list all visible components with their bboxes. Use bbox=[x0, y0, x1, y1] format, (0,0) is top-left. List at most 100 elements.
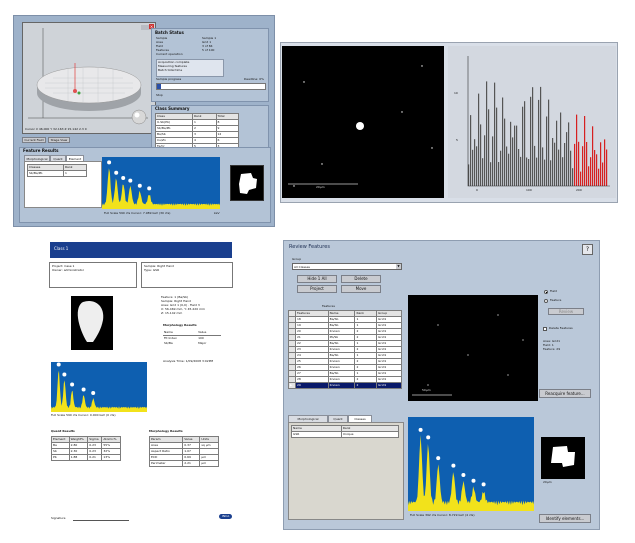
row-label: Current operation bbox=[156, 52, 183, 56]
cell: Major bbox=[198, 341, 207, 345]
histogram-bar bbox=[484, 135, 486, 186]
class-summary-table: Class Rank Total U-Sb(Pb) 1 8 Sb/Ba/Pb 2 9 Ba/… bbox=[155, 113, 239, 150]
histogram-bar bbox=[566, 132, 568, 186]
histogram-bar bbox=[604, 139, 606, 186]
peak-marker bbox=[461, 473, 466, 477]
current-field-button[interactable]: Current Field bbox=[22, 137, 46, 143]
stage-view-button[interactable]: Stage View bbox=[48, 137, 70, 143]
review-spectrum[interactable] bbox=[408, 417, 534, 511]
histogram-bar bbox=[538, 99, 540, 186]
stop-button[interactable]: Stop bbox=[156, 94, 163, 97]
tab-classes[interactable]: Classes bbox=[348, 415, 372, 422]
histogram-bar bbox=[490, 162, 492, 186]
histogram-bar bbox=[528, 159, 530, 186]
table-row[interactable]: GSR Unique bbox=[291, 431, 400, 438]
histogram-bar bbox=[526, 157, 528, 186]
histogram-bar bbox=[532, 87, 534, 186]
histogram-bar bbox=[584, 116, 586, 186]
delete-features-checkbox[interactable] bbox=[543, 327, 547, 331]
group-select[interactable]: All Classes bbox=[292, 263, 402, 270]
reacquire-feature-button[interactable]: Reacquire feature... bbox=[539, 389, 591, 398]
histogram-bar bbox=[500, 150, 502, 186]
histogram-bar bbox=[494, 82, 496, 186]
histogram-bar bbox=[480, 124, 482, 186]
histogram-bar bbox=[524, 101, 526, 186]
spectrum-caption: Full Scale 590 cts Cursor: 7.989 keV (30… bbox=[104, 211, 171, 215]
spectrum-plot[interactable] bbox=[102, 157, 220, 209]
info-line: Feature: 29 bbox=[543, 347, 561, 351]
cell: Unique bbox=[340, 431, 400, 438]
help-icon[interactable]: ? bbox=[582, 244, 593, 255]
morph-title: Morphology Results bbox=[163, 323, 197, 327]
peak-marker bbox=[70, 382, 75, 387]
chevron-down-icon[interactable]: ▼ bbox=[396, 264, 401, 269]
histogram-bar bbox=[550, 160, 552, 186]
hide-all-button[interactable]: Hide 1 All bbox=[297, 275, 337, 283]
morph2-table: Param Value Units Area 0.37 sq µm Aspect Rat… bbox=[148, 436, 219, 467]
row-selector[interactable]: ▶ bbox=[288, 382, 296, 389]
sem-image[interactable]: 20µm bbox=[282, 46, 444, 198]
histogram-bar bbox=[588, 166, 590, 186]
review-button[interactable]: Review bbox=[548, 308, 584, 315]
scale-bar-label: 20µm bbox=[316, 185, 325, 189]
row-value: 5 of 100 bbox=[202, 48, 215, 52]
histogram-bar bbox=[518, 149, 520, 186]
tab-quant[interactable]: Quant bbox=[328, 415, 348, 422]
histogram-bar bbox=[606, 149, 608, 186]
feature-radio[interactable] bbox=[544, 299, 548, 303]
peak-marker bbox=[128, 178, 133, 183]
feature-info: Area: Grid1 Field: 1 Feature: 29 bbox=[543, 340, 560, 352]
morph2-title: Morphology Results bbox=[149, 429, 183, 433]
cell: 2.21 bbox=[182, 460, 201, 467]
image-histogram-window: 20µm 0 100 200 10 5 bbox=[280, 42, 618, 203]
histogram-bar bbox=[586, 142, 588, 186]
histogram[interactable]: 0 100 200 10 5 bbox=[448, 46, 616, 198]
tab-morphological[interactable]: Morphological bbox=[288, 415, 328, 422]
stage-disc bbox=[28, 28, 148, 125]
hist-y-tick: 10 bbox=[454, 91, 458, 95]
classes-table: Classes Rank Sb/Ba/Pb 1 bbox=[26, 164, 87, 177]
cell: 1 bbox=[63, 170, 87, 177]
cell: 1.88 bbox=[68, 454, 89, 461]
stage-3d-view[interactable]: × Cursor X 46.000 Y 32.163 Z 15.142 2.3 … bbox=[22, 22, 156, 134]
field-radio[interactable] bbox=[544, 290, 548, 294]
field-image[interactable]: 50µm bbox=[408, 295, 538, 401]
histogram-bar bbox=[474, 139, 476, 186]
project-button[interactable]: Project bbox=[297, 285, 337, 293]
cell: Perimeter bbox=[148, 460, 184, 467]
signature-label: Signature bbox=[51, 516, 66, 520]
feature-results-title: Feature Results bbox=[23, 148, 59, 153]
peak-marker bbox=[62, 372, 67, 377]
batch-window: × Cursor X 46.000 Y 32.163 Z 15.142 2.3 … bbox=[13, 15, 275, 227]
histogram-bar bbox=[502, 97, 504, 186]
classes-list: Classes Rank Sb/Ba/Pb 1 bbox=[24, 161, 102, 208]
histogram-bar bbox=[590, 157, 592, 186]
cell: Known bbox=[327, 382, 356, 389]
delete-button[interactable]: Delete bbox=[341, 275, 381, 283]
peak-marker bbox=[56, 362, 61, 367]
table-row: Pb 1.88 0.21 13% bbox=[51, 454, 121, 461]
peak-marker bbox=[426, 435, 431, 440]
feature-scale-label: 20µm bbox=[543, 480, 552, 484]
quant-title: Quant Results bbox=[51, 429, 75, 433]
batch-status-title: Batch Status bbox=[155, 30, 184, 35]
quant-table: Element Weight% Sigma Atomic% Ba 2.80 0.23 55%… bbox=[51, 436, 121, 461]
identify-elements-button[interactable]: Identify elements... bbox=[539, 514, 591, 523]
feature-radio-label: Feature bbox=[550, 298, 562, 302]
table-row[interactable]: Sb/Ba/Pb 1 bbox=[26, 170, 87, 177]
cell: Sb/Ba bbox=[164, 341, 173, 345]
report-details: Feature: 1 (Ba/Sb) Sample: Right Hand Ar… bbox=[161, 296, 233, 316]
cell: 13% bbox=[101, 454, 121, 461]
table-row[interactable]: ▶ 29 Known 2 Grid1 bbox=[288, 382, 402, 389]
histogram-bar bbox=[512, 137, 514, 186]
histogram-bar bbox=[496, 107, 498, 186]
hist-y-tick: 5 bbox=[456, 138, 458, 142]
cell: 0.21 bbox=[87, 454, 103, 461]
histogram-bar bbox=[592, 126, 594, 186]
move-button[interactable]: Move bbox=[341, 285, 381, 293]
signature-line bbox=[73, 520, 129, 521]
histogram-bar bbox=[476, 146, 478, 186]
histogram-bar bbox=[554, 142, 556, 186]
histogram-bar bbox=[530, 96, 532, 186]
histogram-bar bbox=[534, 145, 536, 186]
